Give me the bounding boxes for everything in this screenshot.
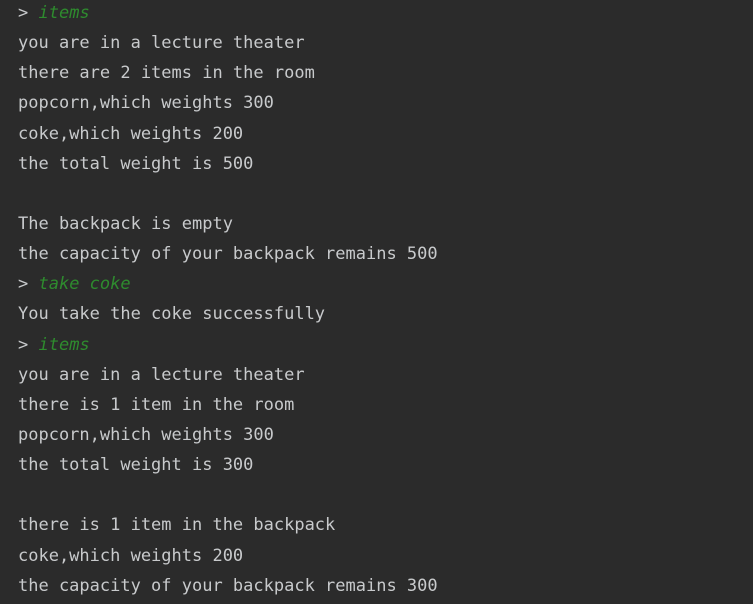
- command-text: take coke: [38, 274, 131, 295]
- output-line: the capacity of your backpack remains 30…: [18, 575, 438, 596]
- output-line: You take the coke successfully: [18, 304, 326, 325]
- command-line: > take coke: [18, 269, 753, 299]
- prompt-symbol: >: [18, 274, 29, 295]
- output-line: there is 1 item in the room: [18, 394, 295, 415]
- output-line: the total weight is 500: [18, 153, 254, 174]
- prompt-symbol: >: [18, 334, 29, 355]
- command-text: items: [38, 334, 90, 355]
- output-line: you are in a lecture theater: [18, 33, 305, 54]
- output-line: coke,which weights 200: [18, 123, 244, 144]
- command-line: > items: [18, 0, 753, 28]
- prompt-symbol: >: [18, 3, 29, 23]
- output-line: The backpack is empty: [18, 213, 233, 234]
- output-line: you are in a lecture theater: [18, 364, 305, 385]
- command-line: > items: [18, 330, 753, 360]
- output-line: the total weight is 300: [18, 455, 254, 476]
- console-output[interactable]: > items you are in a lecture theater the…: [0, 0, 753, 604]
- command-text: items: [38, 3, 90, 23]
- output-line: popcorn,which weights 300: [18, 93, 274, 114]
- output-line: coke,which weights 200: [18, 545, 244, 566]
- output-line: popcorn,which weights 300: [18, 424, 274, 445]
- output-line: there is 1 item in the backpack: [18, 515, 336, 536]
- output-line: the capacity of your backpack remains 50…: [18, 244, 438, 265]
- output-line: there are 2 items in the room: [18, 63, 315, 84]
